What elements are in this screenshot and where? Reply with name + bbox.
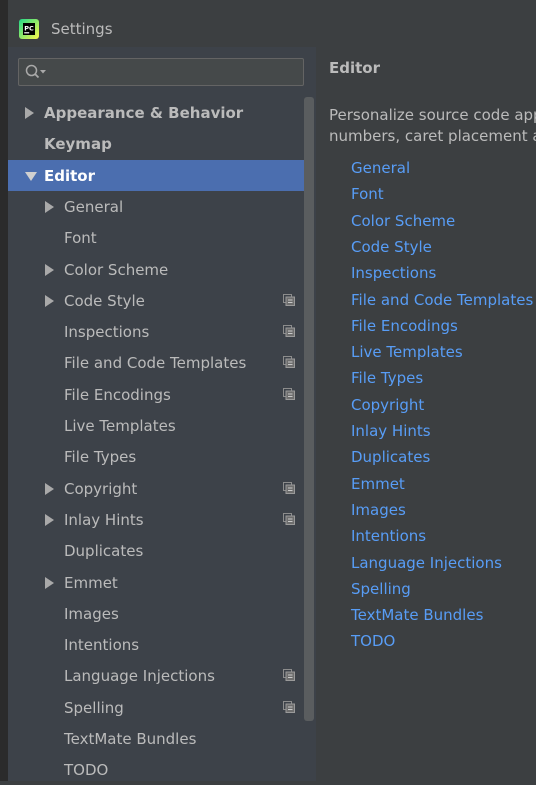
chevron-right-icon[interactable]	[45, 577, 54, 589]
pycharm-logo-icon: PC	[19, 19, 39, 39]
tree-item-inlay-hints[interactable]: Inlay Hints	[8, 504, 314, 535]
tree-item-label: Language Injections	[64, 667, 215, 685]
link-font[interactable]: Font	[351, 185, 384, 203]
link-duplicates[interactable]: Duplicates	[351, 448, 430, 466]
chevron-right-icon[interactable]	[45, 483, 54, 495]
chevron-right-icon[interactable]	[45, 514, 54, 526]
tree-item-editor[interactable]: Editor	[8, 160, 314, 191]
tree-item-file-types[interactable]: File Types	[8, 441, 314, 472]
page-description: Personalize source code app numbers, car…	[329, 105, 536, 147]
tree-item-keymap[interactable]: Keymap	[8, 128, 314, 159]
link-color-scheme[interactable]: Color Scheme	[351, 212, 455, 230]
chevron-right-icon[interactable]	[45, 264, 54, 276]
tree-item-live-templates[interactable]: Live Templates	[8, 410, 314, 441]
link-textmate-bundles[interactable]: TextMate Bundles	[351, 606, 483, 624]
description-line-2: numbers, caret placement ar	[329, 127, 536, 145]
sidebar-scrollbar[interactable]	[304, 97, 314, 721]
tree-item-label: Intentions	[64, 636, 140, 654]
project-scope-icon	[283, 294, 295, 306]
link-spelling[interactable]: Spelling	[351, 580, 411, 598]
tree-item-label: File Encodings	[64, 386, 171, 404]
link-code-style[interactable]: Code Style	[351, 238, 432, 256]
tree-item-label: Copyright	[64, 480, 138, 498]
tree-item-label: Images	[64, 605, 119, 623]
tree-item-file-and-code-templates[interactable]: File and Code Templates	[8, 347, 314, 378]
project-scope-icon	[283, 388, 295, 400]
tree-item-label: Live Templates	[64, 417, 176, 435]
window-left-edge	[0, 0, 8, 781]
window-title: Settings	[51, 20, 113, 38]
search-field[interactable]	[18, 58, 304, 86]
tree-item-copyright[interactable]: Copyright	[8, 473, 314, 504]
project-scope-icon	[283, 513, 295, 525]
tree-item-label: Color Scheme	[64, 261, 169, 279]
tree-item-label: Editor	[44, 167, 95, 185]
tree-item-label: Appearance & Behavior	[44, 104, 244, 122]
project-scope-icon	[283, 356, 295, 368]
title-bar: PC Settings	[8, 0, 536, 47]
tree-item-label: Emmet	[64, 574, 118, 592]
tree-item-label: General	[64, 198, 124, 216]
tree-item-intentions[interactable]: Intentions	[8, 629, 314, 660]
tree-item-images[interactable]: Images	[8, 598, 314, 629]
svg-text:PC: PC	[24, 25, 34, 33]
project-scope-icon	[283, 482, 295, 494]
search-input[interactable]	[49, 61, 303, 85]
link-live-templates[interactable]: Live Templates	[351, 343, 463, 361]
tree-item-inspections[interactable]: Inspections	[8, 316, 314, 347]
chevron-right-icon[interactable]	[45, 201, 54, 213]
tree-item-label: File Types	[64, 448, 137, 466]
tree-item-font[interactable]: Font	[8, 222, 314, 253]
link-inlay-hints[interactable]: Inlay Hints	[351, 422, 431, 440]
tree-item-color-scheme[interactable]: Color Scheme	[8, 254, 314, 285]
link-copyright[interactable]: Copyright	[351, 396, 424, 414]
link-intentions[interactable]: Intentions	[351, 527, 426, 545]
link-language-injections[interactable]: Language Injections	[351, 554, 502, 572]
tree-item-todo[interactable]: TODO	[8, 754, 314, 785]
link-file-encodings[interactable]: File Encodings	[351, 317, 458, 335]
link-images[interactable]: Images	[351, 501, 406, 519]
tree-item-general[interactable]: General	[8, 191, 314, 222]
settings-sidebar: Appearance & Behavior Keymap Editor General…	[8, 47, 316, 781]
chevron-down-icon[interactable]	[25, 172, 37, 181]
tree-item-file-encodings[interactable]: File Encodings	[8, 379, 314, 410]
tree-item-label: Duplicates	[64, 542, 144, 560]
project-scope-icon	[283, 325, 295, 337]
project-scope-icon	[283, 701, 295, 713]
description-line-1: Personalize source code app	[329, 106, 536, 124]
link-inspections[interactable]: Inspections	[351, 264, 436, 282]
tree-item-label: TODO	[64, 761, 109, 779]
page-title: Editor	[329, 59, 380, 77]
tree-item-duplicates[interactable]: Duplicates	[8, 535, 314, 566]
link-file-and-code-templates[interactable]: File and Code Templates	[351, 291, 533, 309]
link-emmet[interactable]: Emmet	[351, 475, 405, 493]
tree-item-code-style[interactable]: Code Style	[8, 285, 314, 316]
tree-item-label: Code Style	[64, 292, 145, 310]
tree-item-spelling[interactable]: Spelling	[8, 692, 314, 723]
tree-item-appearance-and-behavior[interactable]: Appearance & Behavior	[8, 97, 314, 128]
tree-item-label: Spelling	[64, 699, 124, 717]
link-todo[interactable]: TODO	[351, 632, 395, 650]
project-scope-icon	[283, 669, 295, 681]
tree-item-label: Keymap	[44, 135, 112, 153]
tree-item-emmet[interactable]: Emmet	[8, 567, 314, 598]
chevron-right-icon[interactable]	[45, 295, 54, 307]
tree-item-label: Inlay Hints	[64, 511, 144, 529]
tree-item-language-injections[interactable]: Language Injections	[8, 660, 314, 691]
tree-item-label: File and Code Templates	[64, 354, 247, 372]
tree-item-label: Font	[64, 229, 97, 247]
tree-item-label: Inspections	[64, 323, 150, 341]
tree-item-label: TextMate Bundles	[64, 730, 197, 748]
search-icon[interactable]	[25, 64, 47, 80]
chevron-right-icon[interactable]	[25, 107, 34, 119]
content-panel: Editor Personalize source code app numbe…	[316, 47, 536, 781]
link-file-types[interactable]: File Types	[351, 369, 423, 387]
link-general[interactable]: General	[351, 159, 410, 177]
tree-item-textmate-bundles[interactable]: TextMate Bundles	[8, 723, 314, 754]
